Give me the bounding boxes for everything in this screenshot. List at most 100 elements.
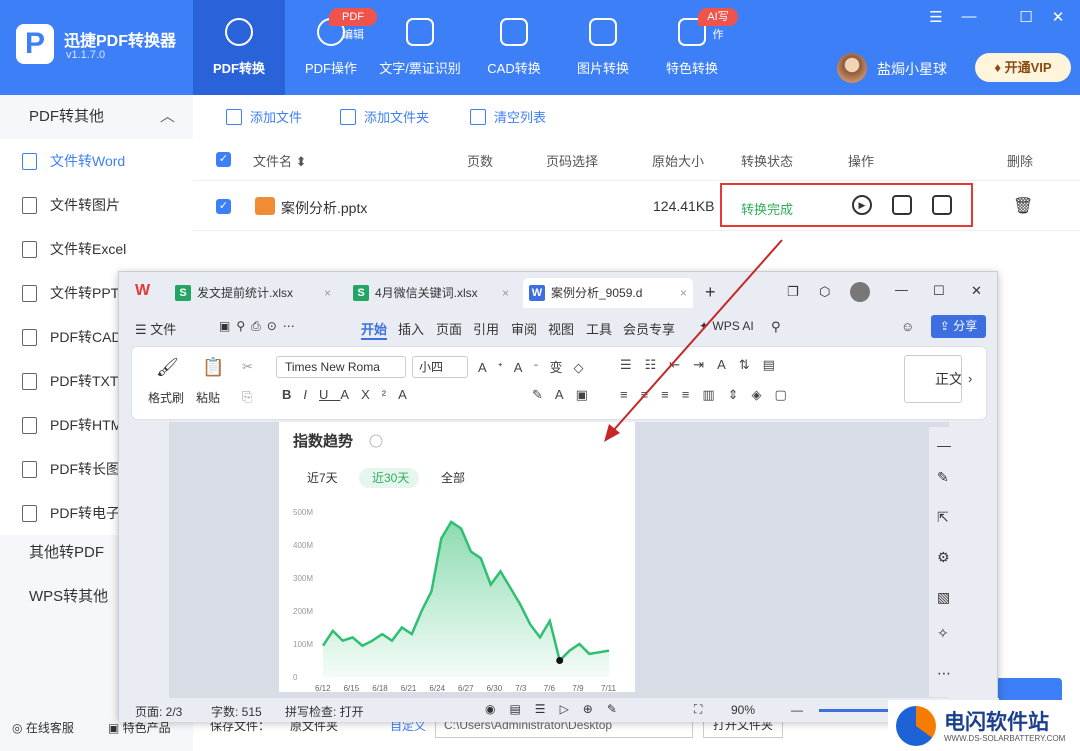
quick-tools-icon[interactable]: ▣⚲⎙⊙⋯ [219,319,301,334]
view-mode-icons[interactable]: ◉▤☰▷⊕✎ [485,702,631,716]
x-tick-label: 7/9 [572,684,584,692]
avatar[interactable] [837,53,867,83]
nav-pdf-convert[interactable]: PDF转换 [193,0,285,95]
zoom-out-icon[interactable]: — [791,703,803,717]
add-file-icon [226,109,242,125]
search-icon[interactable]: ⚲ [771,319,781,335]
play-icon[interactable]: ▶ [852,195,872,215]
cursor-icon[interactable]: ⇱ [937,509,949,526]
sidebar-item-word[interactable]: 文件转Word [0,139,193,183]
headset-icon: ◎ [12,721,26,735]
menu-page[interactable]: 页面 [436,319,462,338]
paste-button[interactable]: 粘贴 [196,389,220,406]
row-checkbox[interactable]: ✓ [216,199,231,214]
align-tools-icon[interactable]: ≡≡≡≡▥⇕◈▢ [620,387,800,403]
sidebar-group-pdf-to-other[interactable]: PDF转其他 ︿ [0,95,193,139]
file-name: 案例分析.pptx [281,200,368,216]
menu-view[interactable]: 视图 [548,319,574,338]
nav-image[interactable]: 图片转换 [557,0,649,95]
box-icon[interactable]: ⬡ [819,284,830,300]
new-tab-icon[interactable]: + [705,282,716,303]
clear-list-button[interactable]: 清空列表 [470,107,546,126]
nav-ocr[interactable]: 文字/票证识别 [374,0,466,95]
nav-cad[interactable]: CAD转换 [468,0,560,95]
minimize-icon[interactable]: — [895,282,908,297]
menu-home[interactable]: 开始 [361,319,388,340]
select-all-checkbox[interactable]: ✓ [216,152,231,167]
sidebar-item-image[interactable]: 文件转图片 [0,183,193,227]
side-tools: — ✎ ⇱ ⚙ ▧ ✧ ⋯ [929,427,959,697]
close-tab-icon[interactable]: × [680,278,687,308]
tab-sheet-2[interactable]: S 4月微信关键词.xlsx × [347,278,515,308]
maximize-icon[interactable]: ☐ [1013,8,1039,26]
chevron-right-icon[interactable]: › [968,371,972,386]
copy-icon[interactable]: ⎘ [242,389,252,405]
menu-insert[interactable]: 插入 [398,319,424,338]
maximize-icon[interactable]: ☐ [933,283,945,299]
menu-review[interactable]: 审阅 [511,319,537,338]
sidebar-item-excel[interactable]: 文件转Excel [0,227,193,271]
image-tool-icon[interactable]: ▧ [937,589,950,606]
settings-icon[interactable]: ⚙ [937,549,950,566]
font-family-select[interactable]: Times New Roma [276,356,406,378]
word-file-icon [22,153,37,170]
col-delete: 删除 [1007,154,1034,169]
menu-tools[interactable]: 工具 [586,319,612,338]
text-style-icon[interactable]: BIUAX²A [282,387,419,402]
cut-icon[interactable]: ✂ [242,359,253,375]
close-icon[interactable]: ✕ [971,283,982,299]
menu-wps-ai[interactable]: ✦ WPS AI [699,319,754,333]
menu-icon[interactable]: ☰ [923,8,949,26]
close-tab-icon[interactable]: × [502,278,509,308]
col-filename[interactable]: 文件名 ⬍ [253,151,307,170]
file-size: 124.41KB [653,198,715,214]
close-tab-icon[interactable]: × [324,278,331,308]
username: 盐焗小星球 [877,61,947,77]
long-image-icon [22,461,37,478]
tab-sheet-1[interactable]: S 发文提前统计.xlsx × [169,278,337,308]
nav-pdf-operate[interactable]: PDF操作 PDF编辑 [285,0,377,95]
online-service-link[interactable]: ◎ 在线客服 [12,719,74,736]
menu-member[interactable]: 会员专享 [623,319,675,338]
add-file-button[interactable]: 添加文件 [226,107,302,126]
range-tab-30d[interactable]: 近30天 [372,471,409,485]
magic-icon[interactable]: ✧ [937,625,949,642]
close-icon[interactable]: ✕ [1045,8,1071,26]
col-size: 原始大小 [652,154,705,169]
wps-logo: W [135,282,151,299]
info-icon [369,434,383,448]
paste-icon: 📋 [202,357,225,377]
comment-icon[interactable]: ☺ [901,319,914,334]
share-icon: ⇪ [939,319,954,333]
zoom-slider[interactable] [819,709,899,712]
range-tab-all[interactable]: 全部 [441,470,465,485]
menu-file[interactable]: ☰ 文件 [135,319,176,338]
zoom-level[interactable]: 90% [731,703,755,717]
avatar[interactable] [850,282,870,302]
minimize-icon[interactable]: — [956,8,982,25]
spell-check[interactable]: 拼写检查: 打开 [285,703,364,720]
document-icon[interactable] [892,195,912,215]
vip-button[interactable]: ♦ 开通VIP [975,53,1071,82]
col-status: 转换状态 [741,154,794,169]
fit-icon[interactable]: ⛶ [694,702,702,717]
font-tools-icon[interactable]: AᐩAᐨ变◇ [478,357,594,376]
add-folder-button[interactable]: 添加文件夹 [340,107,429,126]
share-button[interactable]: ⇪ 分享 [931,315,986,338]
color-tools-icon[interactable]: ✎A▣ [532,387,600,403]
style-normal[interactable]: 正文 [904,355,962,403]
list-tools-icon[interactable]: ☰☷⇤⇥A⇅▤ [620,357,788,373]
nav-special[interactable]: 特色转换 AI写作 [646,0,738,95]
menu-reference[interactable]: 引用 [473,319,499,338]
delete-icon[interactable]: 🗑 [1013,196,1033,216]
more-icon[interactable]: ⋯ [937,665,951,682]
range-tab-7d[interactable]: 近7天 [307,471,338,485]
folder-icon[interactable] [932,195,952,215]
minus-icon[interactable]: — [937,437,951,453]
layout-icon[interactable]: ❐ [787,284,799,300]
font-size-select[interactable]: 小四 [412,356,468,378]
format-painter-button[interactable]: 格式刷 [148,389,184,406]
pen-icon[interactable]: ✎ [937,469,949,486]
format-painter-icon: 🖌 [156,357,179,377]
tab-doc-active[interactable]: W 案例分析_9059.d × [523,278,693,308]
